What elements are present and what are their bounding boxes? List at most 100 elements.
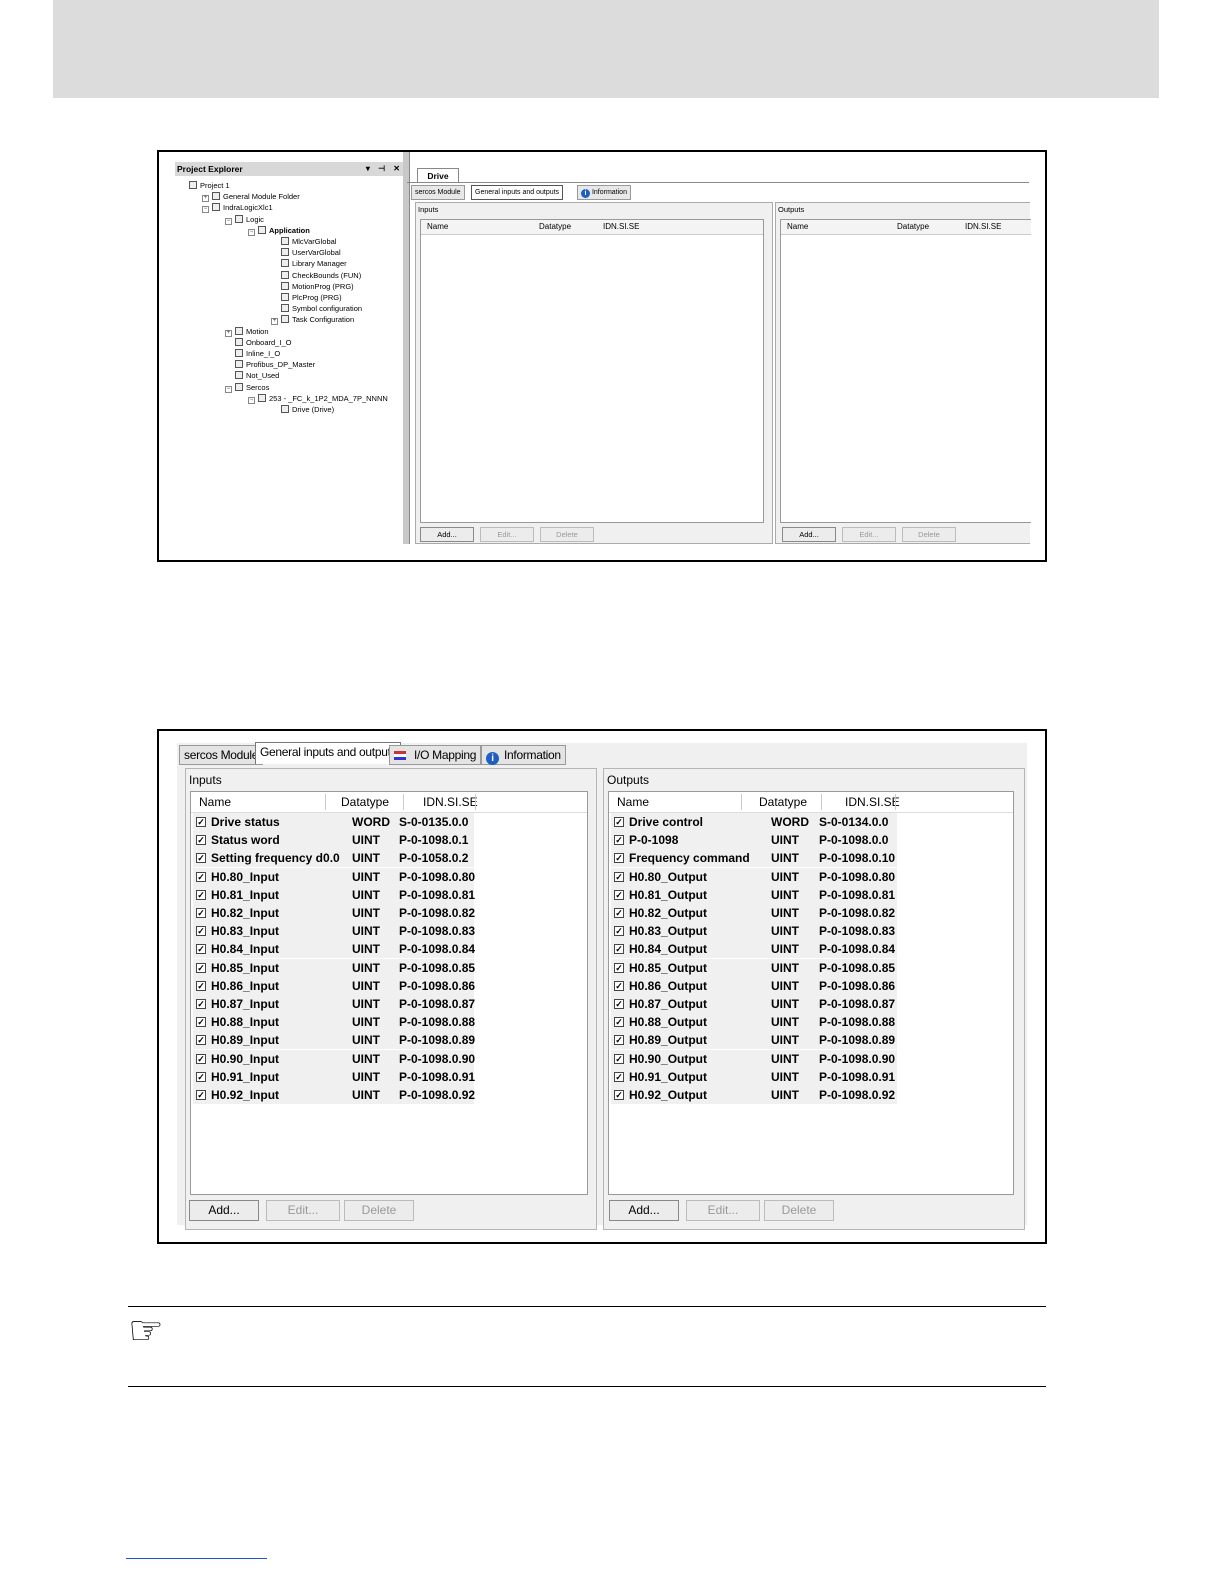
- table-row[interactable]: ✓ Setting frequency d0.0 UINT P-0-1058.0.2: [193, 849, 474, 868]
- delete-button[interactable]: Delete: [540, 527, 594, 542]
- row-checkbox[interactable]: ✓: [614, 817, 624, 827]
- outputs-list[interactable]: Name Datatype IDN.SI.SE: [780, 219, 1031, 523]
- tab-drive[interactable]: Drive: [417, 168, 459, 183]
- tree-item[interactable]: UserVarGlobal: [271, 247, 341, 258]
- col-divider[interactable]: [821, 794, 822, 810]
- tree-item[interactable]: + General Module Folder: [202, 191, 300, 203]
- col-name[interactable]: Name: [787, 220, 808, 234]
- expand-toggle-icon[interactable]: −: [248, 228, 255, 236]
- expand-toggle-icon[interactable]: −: [225, 217, 232, 225]
- edit-button[interactable]: Edit...: [266, 1200, 340, 1221]
- tree-item[interactable]: MlcVarGlobal: [271, 236, 336, 247]
- row-checkbox[interactable]: ✓: [196, 1017, 206, 1028]
- table-row[interactable]: ✓ H0.84_Output UINT P-0-1098.0.84: [611, 940, 897, 959]
- edit-button[interactable]: Edit...: [686, 1200, 760, 1221]
- col-divider[interactable]: [325, 794, 326, 810]
- col-datatype[interactable]: Datatype: [341, 792, 389, 812]
- row-checkbox[interactable]: ✓: [196, 962, 206, 973]
- row-checkbox[interactable]: ✓: [196, 980, 206, 991]
- row-checkbox[interactable]: ✓: [196, 853, 206, 864]
- tab-sercos-module[interactable]: sercos Module: [411, 185, 465, 200]
- row-checkbox[interactable]: ✓: [196, 926, 206, 937]
- expand-toggle-icon[interactable]: −: [202, 206, 209, 214]
- tab-information[interactable]: i Information: [577, 185, 631, 200]
- col-idn[interactable]: IDN.SI.SE: [423, 792, 478, 812]
- row-checkbox[interactable]: ✓: [614, 1053, 624, 1064]
- expand-toggle-icon[interactable]: −: [225, 385, 232, 393]
- tab-general-inputs-outputs[interactable]: General inputs and outputs: [471, 185, 564, 200]
- expand-toggle-icon[interactable]: +: [271, 318, 278, 326]
- table-row[interactable]: ✓ H0.81_Input UINT P-0-1098.0.81: [193, 885, 475, 904]
- delete-button[interactable]: Delete: [902, 527, 956, 542]
- tree-item[interactable]: Library Manager: [271, 258, 347, 269]
- col-idn[interactable]: IDN.SI.SE: [603, 220, 639, 234]
- tree-item[interactable]: MotionProg (PRG): [271, 281, 354, 292]
- tree-item[interactable]: Profibus_DP_Master: [225, 359, 315, 370]
- table-row[interactable]: ✓ Status word UINT P-0-1098.0.1: [193, 831, 474, 850]
- col-name[interactable]: Name: [427, 220, 448, 234]
- col-idn[interactable]: IDN.SI.SE: [965, 220, 1001, 234]
- table-row[interactable]: ✓ P-0-1098 UINT P-0-1098.0.0: [611, 831, 897, 850]
- table-row[interactable]: ✓ H0.85_Output UINT P-0-1098.0.85: [611, 958, 897, 977]
- col-name[interactable]: Name: [199, 792, 231, 812]
- col-name[interactable]: Name: [617, 792, 649, 812]
- row-checkbox[interactable]: ✓: [614, 853, 624, 864]
- tree-item[interactable]: + Task Configuration: [271, 314, 354, 326]
- table-row[interactable]: ✓ H0.84_Input UINT P-0-1098.0.84: [193, 940, 475, 959]
- table-row[interactable]: ✓ H0.90_Output UINT P-0-1098.0.90: [611, 1049, 897, 1068]
- row-checkbox[interactable]: ✓: [196, 908, 206, 918]
- table-row[interactable]: ✓ H0.83_Input UINT P-0-1098.0.83: [193, 922, 475, 941]
- row-checkbox[interactable]: ✓: [196, 889, 206, 900]
- delete-button[interactable]: Delete: [764, 1200, 834, 1221]
- splitter[interactable]: [403, 152, 410, 544]
- row-checkbox[interactable]: ✓: [196, 999, 206, 1009]
- table-row[interactable]: ✓ H0.85_Input UINT P-0-1098.0.85: [193, 958, 475, 977]
- row-checkbox[interactable]: ✓: [614, 835, 624, 846]
- col-datatype[interactable]: Datatype: [897, 220, 929, 234]
- tree-item[interactable]: CheckBounds (FUN): [271, 270, 361, 281]
- row-checkbox[interactable]: ✓: [614, 1017, 624, 1028]
- table-row[interactable]: ✓ H0.82_Input UINT P-0-1098.0.82: [193, 904, 475, 922]
- table-row[interactable]: ✓ Drive status WORD S-0-0135.0.0: [193, 813, 474, 831]
- edit-button[interactable]: Edit...: [842, 527, 896, 542]
- col-divider[interactable]: [741, 794, 742, 810]
- tree-item[interactable]: − 253 - _FC_k_1P2_MDA_7P_NNNN: [248, 393, 388, 404]
- tab-information[interactable]: i Information: [481, 745, 566, 765]
- col-idn[interactable]: IDN.SI.SE: [845, 792, 900, 812]
- tab-io-mapping[interactable]: I/O Mapping: [389, 745, 482, 765]
- tree-item[interactable]: Not_Used: [225, 370, 279, 381]
- table-row[interactable]: ✓ H0.91_Input UINT P-0-1098.0.91: [193, 1067, 475, 1086]
- table-row[interactable]: ✓ H0.92_Output UINT P-0-1098.0.92: [611, 1086, 897, 1104]
- table-row[interactable]: ✓ H0.90_Input UINT P-0-1098.0.90: [193, 1049, 475, 1068]
- panel-controls-icon[interactable]: ▾ ⊣ ✕: [366, 162, 403, 176]
- edit-button[interactable]: Edit...: [480, 527, 534, 542]
- row-checkbox[interactable]: ✓: [614, 1035, 624, 1046]
- expand-toggle-icon[interactable]: +: [202, 195, 209, 203]
- table-row[interactable]: ✓ H0.80_Input UINT P-0-1098.0.80: [193, 867, 475, 886]
- table-row[interactable]: ✓ H0.83_Output UINT P-0-1098.0.83: [611, 922, 897, 941]
- table-row[interactable]: ✓ H0.81_Output UINT P-0-1098.0.81: [611, 885, 897, 904]
- table-row[interactable]: ✓ Drive control WORD S-0-0134.0.0: [611, 813, 897, 831]
- expand-toggle-icon[interactable]: +: [225, 329, 232, 337]
- row-checkbox[interactable]: ✓: [614, 889, 624, 900]
- outputs-list[interactable]: Name Datatype IDN.SI.SE ✓ Drive control WO…: [608, 791, 1014, 1195]
- table-row[interactable]: ✓ H0.92_Input UINT P-0-1098.0.92: [193, 1086, 475, 1104]
- row-checkbox[interactable]: ✓: [614, 944, 624, 955]
- table-row[interactable]: ✓ H0.89_Input UINT P-0-1098.0.89: [193, 1031, 475, 1050]
- delete-button[interactable]: Delete: [344, 1200, 414, 1221]
- row-checkbox[interactable]: ✓: [196, 1035, 206, 1046]
- tree-item[interactable]: + Motion: [225, 326, 269, 337]
- row-checkbox[interactable]: ✓: [614, 908, 624, 918]
- table-row[interactable]: ✓ H0.87_Input UINT P-0-1098.0.87: [193, 995, 475, 1013]
- tree-item[interactable]: − Application: [248, 225, 310, 236]
- table-row[interactable]: ✓ H0.88_Output UINT P-0-1098.0.88: [611, 1013, 897, 1032]
- tree-item[interactable]: − IndraLogicXlc1: [202, 202, 273, 214]
- row-checkbox[interactable]: ✓: [614, 962, 624, 973]
- add-button[interactable]: Add...: [189, 1200, 259, 1221]
- inputs-list[interactable]: Name Datatype IDN.SI.SE: [420, 219, 764, 523]
- row-checkbox[interactable]: ✓: [614, 980, 624, 991]
- row-checkbox[interactable]: ✓: [196, 871, 206, 882]
- inputs-list[interactable]: Name Datatype IDN.SI.SE ✓ Drive status WOR…: [190, 791, 588, 1195]
- row-checkbox[interactable]: ✓: [196, 817, 206, 827]
- table-row[interactable]: ✓ H0.82_Output UINT P-0-1098.0.82: [611, 904, 897, 922]
